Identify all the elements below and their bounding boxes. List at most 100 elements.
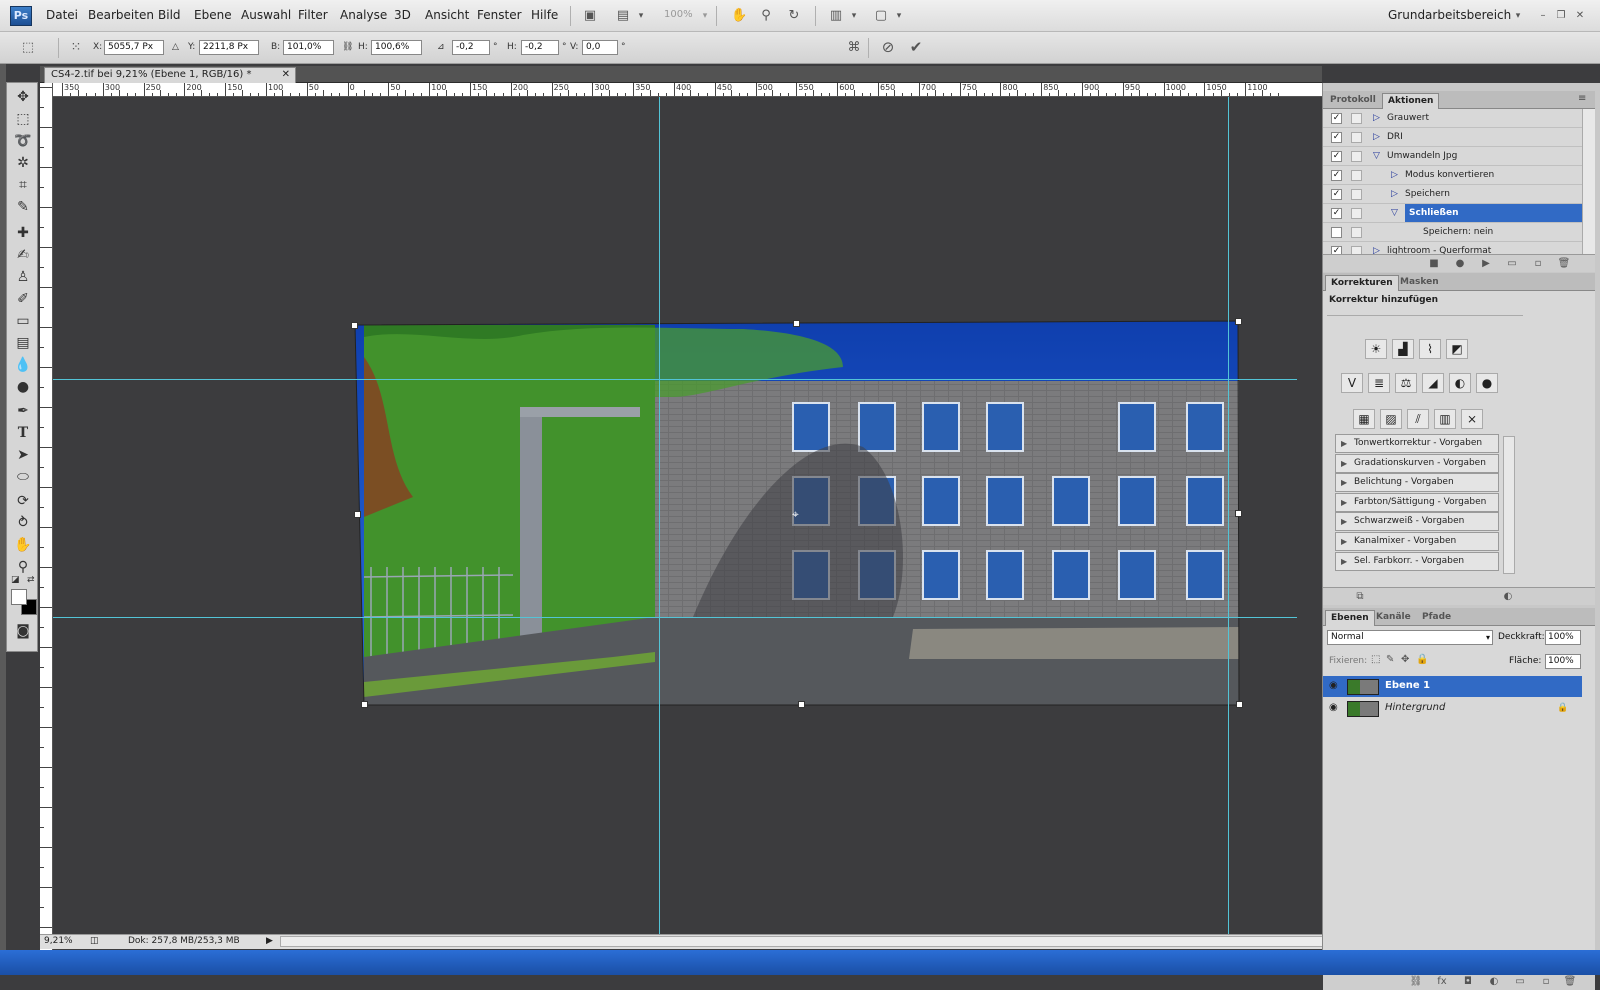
menu-analyse[interactable]: Analyse	[340, 8, 387, 22]
toggle-checkbox[interactable]: ✓	[1331, 170, 1342, 181]
history-brush-tool-icon[interactable]: ✐	[11, 289, 35, 309]
preset-item[interactable]: Belichtung - Vorgaben	[1335, 473, 1499, 493]
transform-handle-bottom[interactable]	[798, 701, 805, 708]
channel-mixer-icon[interactable]: ●	[1476, 373, 1498, 393]
close-icon[interactable]: ✕	[1572, 8, 1588, 24]
cancel-transform-icon[interactable]: ⊘	[880, 39, 896, 55]
collapsed-triangle-icon[interactable]: ▷	[1373, 128, 1380, 146]
dodge-tool-icon[interactable]: ●	[11, 377, 35, 397]
preset-item[interactable]: Schwarzweiß - Vorgaben	[1335, 512, 1499, 532]
lasso-tool-icon[interactable]: ➰	[11, 131, 35, 151]
action-row[interactable]: ✓ ▷ Speichern	[1323, 185, 1582, 204]
restore-icon[interactable]: ❐	[1553, 8, 1569, 24]
menu-datei[interactable]: Datei	[46, 8, 78, 22]
chevron-down-icon[interactable]: ▾	[633, 8, 649, 24]
guide-horizontal[interactable]	[53, 617, 1297, 618]
guide-horizontal[interactable]	[53, 379, 1297, 380]
panel-menu-icon[interactable]: ≡	[1578, 93, 1586, 104]
transform-handle-top[interactable]	[793, 320, 800, 327]
3d-orbit-tool-icon[interactable]: ⥁	[11, 513, 35, 533]
magic-wand-tool-icon[interactable]: ✲	[11, 153, 35, 173]
status-menu-icon[interactable]: ▶	[266, 936, 273, 946]
reference-point-icon[interactable]: ⌖	[792, 507, 799, 522]
color-balance-icon[interactable]: ⚖	[1395, 373, 1417, 393]
zoom-icon[interactable]: ⚲	[758, 8, 774, 24]
action-row[interactable]: ✓ ▷ Grauwert	[1323, 109, 1582, 128]
fx-icon[interactable]: fx	[1435, 975, 1449, 989]
menu-bild[interactable]: Bild	[158, 8, 181, 22]
collapsed-triangle-icon[interactable]: ▷	[1391, 166, 1398, 184]
toggle-checkbox[interactable]: ✓	[1331, 113, 1342, 124]
collapsed-triangle-icon[interactable]: ▷	[1373, 109, 1380, 127]
3d-rotate-tool-icon[interactable]: ⟳	[11, 491, 35, 511]
preset-item[interactable]: Farbton/Sättigung - Vorgaben	[1335, 492, 1499, 512]
lock-transparency-icon[interactable]: ⬚	[1371, 654, 1380, 665]
preset-item[interactable]: Kanalmixer - Vorgaben	[1335, 532, 1499, 551]
expanded-triangle-icon[interactable]: ▽	[1373, 147, 1380, 165]
zoom-display[interactable]: 9,21%	[44, 936, 73, 946]
chevron-down-icon[interactable]: ▾	[891, 8, 907, 24]
toggle-checkbox[interactable]: ✓	[1331, 132, 1342, 143]
vertical-ruler[interactable]	[40, 83, 53, 953]
foreground-color-swatch[interactable]	[11, 589, 27, 605]
new-layer-icon[interactable]: ▫	[1539, 975, 1553, 989]
x-field[interactable]: 5055,7 Px	[104, 40, 164, 55]
brush-tool-icon[interactable]: ✍	[11, 245, 35, 265]
guide-vertical[interactable]	[659, 97, 660, 935]
curves-icon[interactable]: ⌇	[1419, 339, 1441, 359]
swap-colors-icon[interactable]: ⇄	[27, 575, 35, 585]
path-selection-tool-icon[interactable]: ➤	[11, 445, 35, 465]
bridge-icon[interactable]: ▣	[582, 8, 598, 24]
tab-masken[interactable]: Masken	[1395, 275, 1444, 291]
delta-icon[interactable]: △	[172, 42, 179, 52]
clip-layer-icon[interactable]: ⧉	[1353, 590, 1367, 604]
action-row[interactable]: ✓ ▽ Schließen	[1323, 204, 1582, 223]
new-action-icon[interactable]: ▫	[1531, 257, 1545, 271]
transform-handle-tl[interactable]	[351, 322, 358, 329]
type-tool-icon[interactable]: T	[11, 423, 35, 443]
action-row[interactable]: ✓ ▷ Modus konvertieren	[1323, 166, 1582, 185]
hskew-field[interactable]: -0,2	[521, 40, 559, 55]
menu-filter[interactable]: Filter	[298, 8, 328, 22]
record-icon[interactable]: ●	[1453, 257, 1467, 271]
workspace-switcher[interactable]: Grundarbeitsbereich	[1388, 8, 1511, 22]
quick-mask-icon[interactable]: ◙	[11, 621, 35, 641]
levels-icon[interactable]: ▟	[1392, 339, 1414, 359]
close-icon[interactable]: ✕	[282, 68, 290, 82]
preset-item[interactable]: Gradationskurven - Vorgaben	[1335, 453, 1499, 473]
photo-filter-icon[interactable]: ◐	[1449, 373, 1471, 393]
tab-aktionen[interactable]: Aktionen	[1382, 93, 1440, 109]
threshold-icon[interactable]: ⫽	[1407, 409, 1429, 429]
adjustment-options-icon[interactable]: ◐	[1501, 590, 1515, 604]
layer-row[interactable]: ◉ Ebene 1	[1323, 676, 1582, 697]
toggle-checkbox[interactable]	[1331, 227, 1342, 238]
stop-icon[interactable]: ■	[1427, 257, 1441, 271]
canvas-area[interactable]: ⌖	[53, 97, 1297, 935]
dialog-toggle[interactable]	[1351, 170, 1362, 181]
group-icon[interactable]: ▭	[1513, 975, 1527, 989]
menu-bearbeiten[interactable]: Bearbeiten	[88, 8, 154, 22]
status-icon[interactable]: ◫	[90, 936, 99, 946]
eye-icon[interactable]: ◉	[1329, 702, 1341, 714]
blend-mode-select[interactable]: Normal ▾	[1327, 630, 1493, 645]
link-icon[interactable]: ⛓	[342, 42, 353, 52]
pen-tool-icon[interactable]: ✒	[11, 401, 35, 421]
trash-icon[interactable]: 🗑	[1563, 975, 1577, 989]
toggle-checkbox[interactable]: ✓	[1331, 151, 1342, 162]
chevron-down-icon[interactable]: ▾	[846, 8, 862, 24]
menu-ansicht[interactable]: Ansicht	[425, 8, 469, 22]
link-layers-icon[interactable]: ⛓	[1409, 975, 1423, 989]
mask-icon[interactable]: ◘	[1461, 975, 1475, 989]
posterize-icon[interactable]: ▨	[1380, 409, 1402, 429]
chevron-down-icon[interactable]: ▾	[1510, 8, 1526, 24]
dialog-toggle[interactable]	[1351, 208, 1362, 219]
eyedropper-tool-icon[interactable]: ✎	[11, 197, 35, 217]
transform-handle-left[interactable]	[354, 511, 361, 518]
hand-tool-icon[interactable]: ✋	[11, 535, 35, 555]
preset-item[interactable]: Tonwertkorrektur - Vorgaben	[1335, 434, 1499, 453]
reference-point-icon[interactable]: ⁙	[68, 40, 84, 56]
vibrance-icon[interactable]: V	[1341, 373, 1363, 393]
dialog-toggle[interactable]	[1351, 189, 1362, 200]
action-row[interactable]: ✓ ▷ DRI	[1323, 128, 1582, 147]
guide-vertical[interactable]	[1228, 97, 1229, 935]
